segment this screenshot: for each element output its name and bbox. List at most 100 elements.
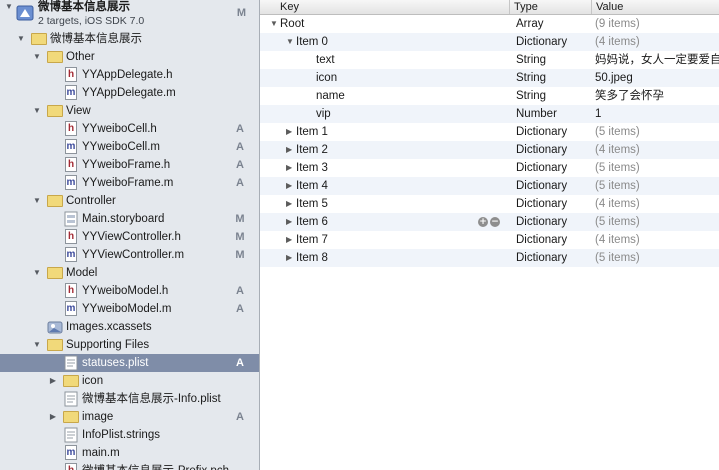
plist-type[interactable]: Dictionary [516,123,567,141]
navigator-item[interactable]: 微博基本信息展示-Info.plist [0,390,259,408]
plist-editor[interactable]: Key Type Value ▼ Root Array (9 items) ▼ Item … [260,0,719,470]
plist-value[interactable]: 50.jpeg [595,69,719,87]
navigator-item[interactable]: Images.xcassets [0,318,259,336]
disclosure-open-icon[interactable]: ▼ [5,2,13,11]
disclosure-open-icon[interactable]: ▼ [32,336,42,354]
navigator-item[interactable]: ▼ Other [0,48,259,66]
navigator-item[interactable]: ▶ image A [0,408,259,426]
plist-type[interactable]: String [516,69,546,87]
plist-value[interactable]: 1 [595,105,719,123]
disclosure-open-icon[interactable]: ▼ [32,48,42,66]
plist-type[interactable]: Dictionary [516,141,567,159]
plist-row[interactable]: name String 笑多了会怀孕 [260,87,719,105]
plist-key[interactable]: icon [316,69,337,87]
plist-type[interactable]: Dictionary [516,33,567,51]
plist-key[interactable]: Item 4 [296,177,328,195]
navigator-item[interactable]: m YYweiboModel.m A [0,300,259,318]
navigator-item[interactable]: Main.storyboard M [0,210,259,228]
plist-key[interactable]: Item 2 [296,141,328,159]
plist-value[interactable]: (5 items) [595,213,719,231]
plist-key[interactable]: text [316,51,335,69]
add-row-icon[interactable]: + [478,217,488,227]
plist-key[interactable]: Item 0 [296,33,328,51]
navigator-item[interactable]: h YYViewController.h M [0,228,259,246]
navigator-item[interactable]: ▼ Controller [0,192,259,210]
navigator-item[interactable]: m YYViewController.m M [0,246,259,264]
plist-key[interactable]: Item 3 [296,159,328,177]
plist-key[interactable]: Item 8 [296,249,328,267]
disclosure-closed-icon[interactable]: ▶ [286,177,292,195]
navigator-item[interactable]: InfoPlist.strings [0,426,259,444]
plist-key[interactable]: Item 7 [296,231,328,249]
plist-type[interactable]: Dictionary [516,231,567,249]
navigator-item[interactable]: ▼ Supporting Files [0,336,259,354]
plist-value[interactable]: (4 items) [595,231,719,249]
plist-value[interactable]: (5 items) [595,123,719,141]
disclosure-closed-icon[interactable]: ▶ [286,213,292,231]
plist-type[interactable]: Number [516,105,557,123]
navigator-item[interactable]: ▼ 微博基本信息展示 [0,30,259,48]
plist-row[interactable]: vip Number 1 [260,105,719,123]
plist-value[interactable]: (4 items) [595,33,719,51]
plist-row[interactable]: text String 妈妈说，女人一定要爱自己 [260,51,719,69]
navigator-item[interactable]: m YYweiboCell.m A [0,138,259,156]
plist-value[interactable]: (5 items) [595,249,719,267]
plist-key[interactable]: vip [316,105,331,123]
disclosure-closed-icon[interactable]: ▶ [48,372,58,390]
plist-row[interactable]: ▼ Item 0 Dictionary (4 items) [260,33,719,51]
plist-row[interactable]: ▶ Item 8 Dictionary (5 items) [260,249,719,267]
plist-type[interactable]: Dictionary [516,177,567,195]
plist-key[interactable]: name [316,87,345,105]
plist-value[interactable]: (5 items) [595,177,719,195]
plist-key[interactable]: Item 5 [296,195,328,213]
navigator-item[interactable]: h YYweiboModel.h A [0,282,259,300]
disclosure-closed-icon[interactable]: ▶ [286,159,292,177]
column-value[interactable]: Value [596,0,623,14]
navigator-item[interactable]: ▼ Model [0,264,259,282]
plist-row[interactable]: ▼ Root Array (9 items) [260,15,719,33]
column-divider[interactable] [509,0,510,14]
plist-type[interactable]: Dictionary [516,195,567,213]
navigator-item[interactable]: h微博基本信息展示-Prefix.pch [0,462,259,470]
plist-type[interactable]: Dictionary [516,249,567,267]
navigator-item[interactable]: m YYAppDelegate.m [0,84,259,102]
plist-type[interactable]: String [516,51,546,69]
column-key[interactable]: Key [280,0,299,14]
project-row[interactable]: ▼ 微博基本信息展示 2 targets, iOS SDK 7.0 M [0,0,259,30]
plist-row[interactable]: ▶ Item 6 + − Dictionary (5 items) [260,213,719,231]
navigator-item[interactable]: m YYweiboFrame.m A [0,174,259,192]
plist-row[interactable]: ▶ Item 7 Dictionary (4 items) [260,231,719,249]
navigator-item[interactable]: ▶ icon [0,372,259,390]
disclosure-open-icon[interactable]: ▼ [286,33,294,51]
disclosure-closed-icon[interactable]: ▶ [48,408,58,426]
plist-row[interactable]: ▶ Item 4 Dictionary (5 items) [260,177,719,195]
disclosure-closed-icon[interactable]: ▶ [286,249,292,267]
plist-key[interactable]: Item 6 [296,213,328,231]
navigator-item[interactable]: h YYweiboFrame.h A [0,156,259,174]
disclosure-closed-icon[interactable]: ▶ [286,231,292,249]
plist-value[interactable]: (4 items) [595,141,719,159]
plist-type[interactable]: Array [516,15,543,33]
navigator-item[interactable]: h YYAppDelegate.h [0,66,259,84]
disclosure-closed-icon[interactable]: ▶ [286,195,292,213]
disclosure-open-icon[interactable]: ▼ [32,264,42,282]
remove-row-icon[interactable]: − [490,217,500,227]
disclosure-closed-icon[interactable]: ▶ [286,123,292,141]
plist-type[interactable]: Dictionary [516,159,567,177]
plist-value[interactable]: 妈妈说，女人一定要爱自己 [595,51,719,69]
plist-key[interactable]: Item 1 [296,123,328,141]
disclosure-open-icon[interactable]: ▼ [32,192,42,210]
navigator-item[interactable]: ▼ View [0,102,259,120]
plist-key[interactable]: Root [280,15,304,33]
navigator-item[interactable]: statuses.plist A [0,354,259,372]
plist-type[interactable]: String [516,87,546,105]
column-type[interactable]: Type [514,0,538,14]
plist-value[interactable]: (5 items) [595,159,719,177]
disclosure-closed-icon[interactable]: ▶ [286,141,292,159]
plist-row[interactable]: icon String 50.jpeg [260,69,719,87]
plist-type[interactable]: Dictionary [516,213,567,231]
navigator-item[interactable]: m main.m [0,444,259,462]
column-divider[interactable] [591,0,592,14]
plist-value[interactable]: (4 items) [595,195,719,213]
plist-row[interactable]: ▶ Item 5 Dictionary (4 items) [260,195,719,213]
